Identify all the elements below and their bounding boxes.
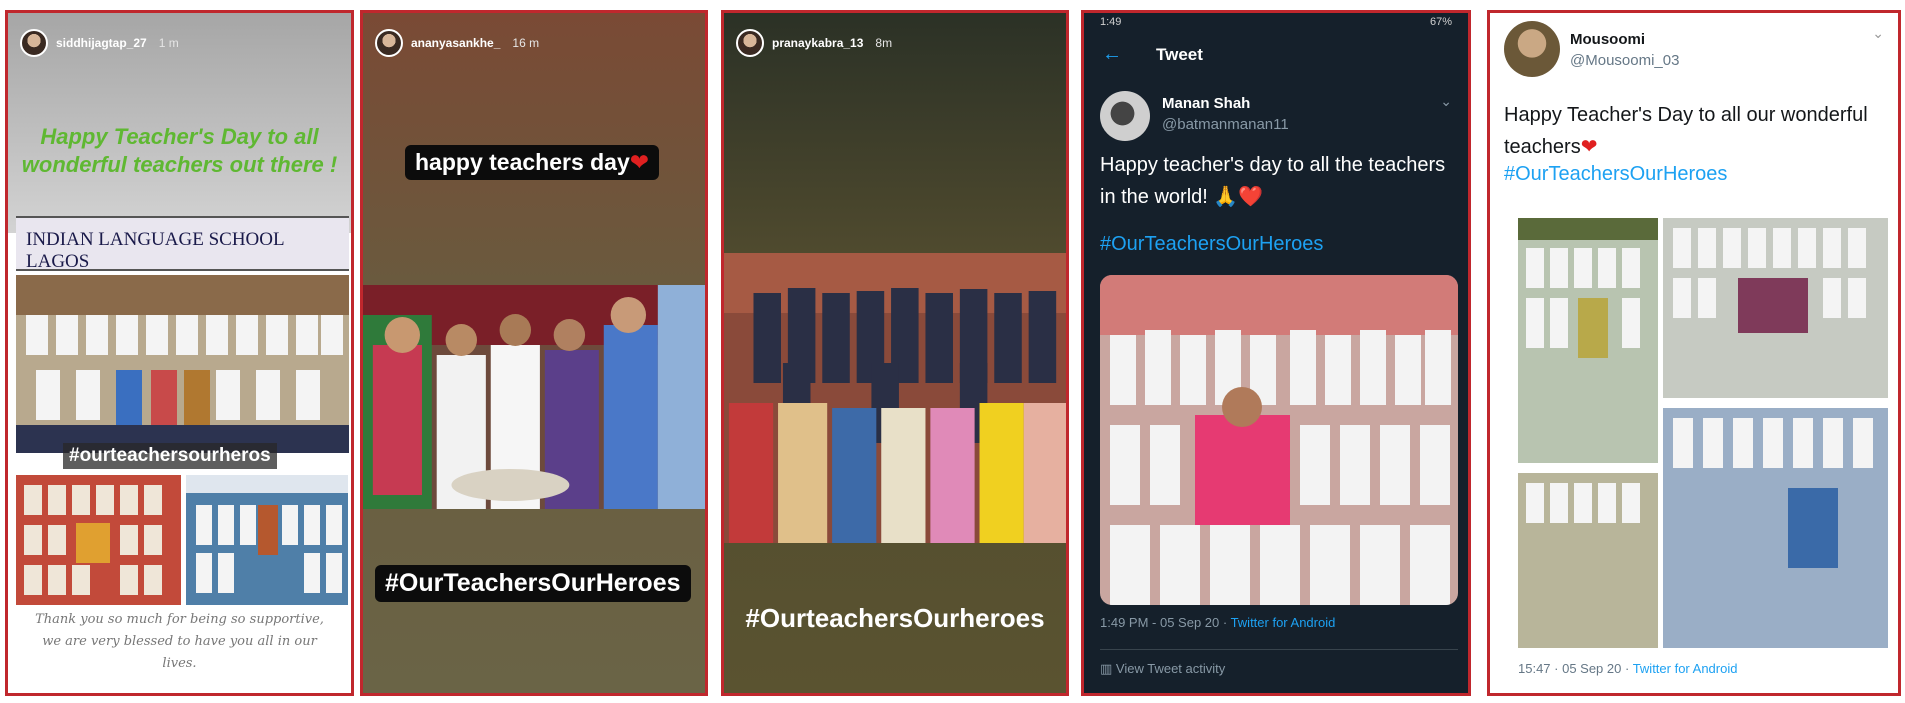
username[interactable]: ananyasankhe_ bbox=[411, 36, 500, 50]
tweet-timestamp: 15:47 · 05 Sep 20 · bbox=[1518, 661, 1633, 676]
tweet-author[interactable]: Manan Shah @batmanmanan11 bbox=[1100, 91, 1289, 141]
avatar[interactable] bbox=[736, 29, 764, 57]
author-handle[interactable]: @batmanmanan11 bbox=[1162, 116, 1289, 133]
author-handle[interactable]: @Mousoomi_03 bbox=[1570, 52, 1679, 69]
heart-icon: ❤ bbox=[1580, 136, 1598, 158]
tweet-timestamp: 1:49 PM - 05 Sep 20 · bbox=[1100, 615, 1231, 630]
photo-collage bbox=[1518, 218, 1888, 648]
view-tweet-activity[interactable]: ▥ View Tweet activity bbox=[1100, 661, 1225, 677]
tweet-nav: ← Tweet bbox=[1102, 43, 1203, 66]
tweet-panel-light[interactable]: Mousoomi @Mousoomi_03 ⌄ Happy Teacher's … bbox=[1487, 10, 1901, 696]
nav-title: Tweet bbox=[1156, 44, 1203, 64]
heart-icon: ❤ bbox=[629, 149, 650, 175]
activity-label: View Tweet activity bbox=[1115, 661, 1226, 676]
tweet-text: Happy teacher's day to all the teachers … bbox=[1100, 154, 1446, 208]
story-panel-1[interactable]: siddhijagtap_27 1 m Happy Teacher's Day … bbox=[5, 10, 354, 696]
tweet-meta: 1:49 PM - 05 Sep 20 · Twitter for Androi… bbox=[1100, 615, 1335, 630]
hashtag-sticker: #ourteachersourheros bbox=[63, 443, 277, 469]
timestamp: 16 m bbox=[512, 36, 540, 50]
timestamp: 1 m bbox=[158, 36, 179, 50]
avatar[interactable] bbox=[20, 29, 48, 57]
tweet-meta: 15:47 · 05 Sep 20 · Twitter for Android bbox=[1518, 661, 1737, 676]
tweet-source[interactable]: Twitter for Android bbox=[1231, 615, 1336, 630]
author-name[interactable]: Mousoomi bbox=[1570, 31, 1679, 48]
username[interactable]: siddhijagtap_27 bbox=[56, 36, 147, 50]
class-photo-2 bbox=[186, 475, 348, 605]
status-bar: 1:49 67% bbox=[1084, 13, 1468, 35]
chart-icon: ▥ bbox=[1100, 661, 1116, 676]
thank-you-note: Thank you so much for being so supportiv… bbox=[35, 612, 324, 671]
tweet-text: Happy Teacher's Day to all our wonderful… bbox=[1504, 99, 1884, 163]
sticker-text: happy teachers day bbox=[415, 149, 630, 175]
group-photo bbox=[724, 253, 1066, 543]
back-arrow-icon[interactable]: ← bbox=[1102, 43, 1122, 66]
divider bbox=[1100, 649, 1458, 650]
tweet-text-content: Happy Teacher's Day to all our wonderful… bbox=[1504, 104, 1868, 158]
avatar[interactable] bbox=[375, 29, 403, 57]
chevron-down-icon[interactable]: ⌄ bbox=[1872, 25, 1884, 42]
school-sign: INDIAN LANGUAGE SCHOOL LAGOS bbox=[16, 216, 349, 272]
chevron-down-icon[interactable]: ⌄ bbox=[1440, 93, 1452, 110]
story-panel-2[interactable]: ananyasankhe_ 16 m happy teachers day❤ #… bbox=[360, 10, 708, 696]
greeting-text: Happy Teacher's Day to all wonderful tea… bbox=[21, 124, 338, 177]
text-sticker: happy teachers day❤ bbox=[405, 145, 660, 180]
username[interactable]: pranaykabra_13 bbox=[772, 36, 863, 50]
hashtag-link[interactable]: #OurTeachersOurHeroes bbox=[1504, 163, 1727, 186]
story-panel-3[interactable]: pranaykabra_13 8m #OurteachersOurheroes bbox=[721, 10, 1069, 696]
avatar[interactable] bbox=[1100, 91, 1150, 141]
story-header: ananyasankhe_ 16 m bbox=[375, 29, 539, 57]
group-photo bbox=[16, 275, 349, 453]
hashtag-text: #OurteachersOurheroes bbox=[745, 603, 1045, 633]
class-photo-1 bbox=[16, 475, 181, 605]
story-header: pranaykabra_13 8m bbox=[736, 29, 892, 57]
tweet-source[interactable]: Twitter for Android bbox=[1633, 661, 1738, 676]
tweet-photo bbox=[1100, 275, 1458, 605]
story-header: siddhijagtap_27 1 m bbox=[20, 29, 179, 57]
tweet-author[interactable]: Mousoomi @Mousoomi_03 bbox=[1504, 21, 1679, 77]
hashtag-sticker: #OurTeachersOurHeroes bbox=[375, 565, 691, 602]
hashtag-link[interactable]: #OurTeachersOurHeroes bbox=[1100, 233, 1323, 256]
celebration-photo bbox=[363, 285, 705, 509]
tweet-panel-dark[interactable]: 1:49 67% ← Tweet Manan Shah @batmanmanan… bbox=[1081, 10, 1471, 696]
author-name[interactable]: Manan Shah bbox=[1162, 95, 1289, 112]
avatar[interactable] bbox=[1504, 21, 1560, 77]
status-time: 1:49 bbox=[1100, 16, 1122, 28]
battery-level: 67% bbox=[1429, 16, 1452, 28]
timestamp: 8m bbox=[875, 36, 893, 50]
